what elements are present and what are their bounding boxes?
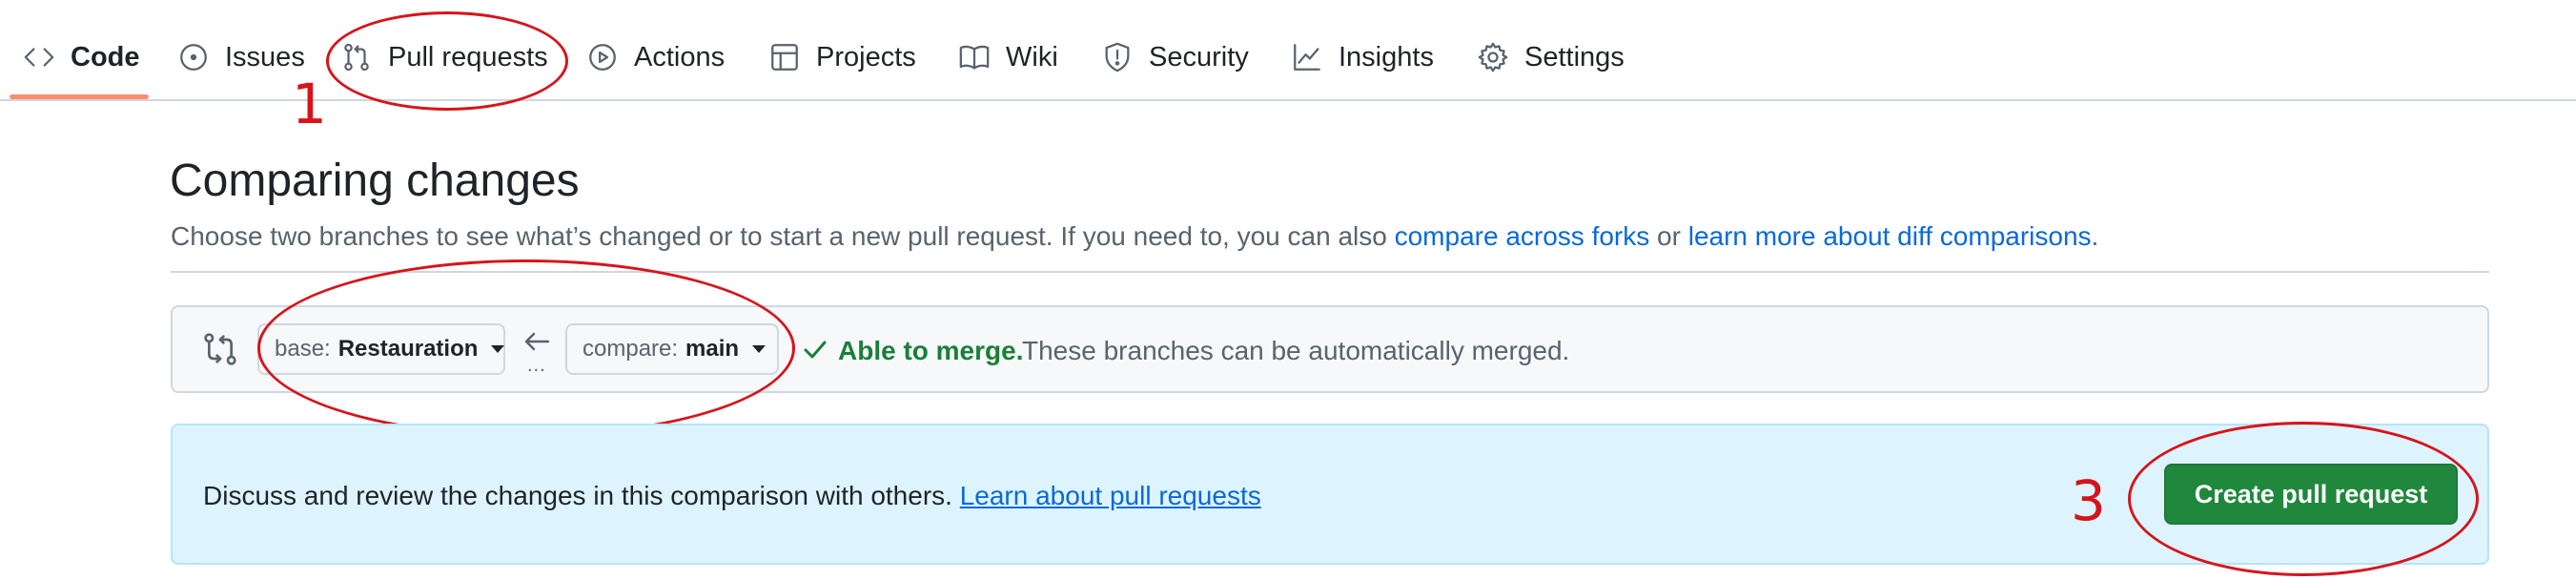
tab-insights-label: Insights (1339, 41, 1434, 72)
tab-issues[interactable]: Issues (177, 27, 305, 88)
tab-actions-label: Actions (634, 41, 726, 72)
chevron-down-icon (491, 345, 505, 353)
gear-icon (1478, 42, 1508, 72)
page-subtitle: Choose two branches to see what’s change… (171, 221, 2098, 252)
tab-wiki[interactable]: Wiki (958, 27, 1058, 88)
tab-settings-label: Settings (1524, 41, 1625, 72)
compare-across-forks-link[interactable]: compare across forks (1395, 221, 1650, 251)
compare-branch-value: main (685, 336, 740, 362)
code-icon (24, 48, 54, 67)
chevron-down-icon (752, 345, 767, 353)
compare-icon (201, 330, 239, 368)
annotation-number-1: 1 (292, 72, 327, 136)
tab-wiki-label: Wiki (1006, 41, 1058, 72)
base-branch-value: Restauration (337, 336, 479, 362)
check-icon (802, 336, 828, 362)
pull-request-icon (344, 43, 369, 72)
selected-tab-indicator (10, 94, 149, 99)
book-icon (959, 45, 990, 70)
tab-insights[interactable]: Insights (1291, 27, 1434, 88)
base-branch-label: base: (275, 336, 331, 362)
discuss-message: Discuss and review the changes in this c… (203, 481, 960, 510)
compare-branch-label: compare: (583, 336, 679, 362)
git-compare-icon (204, 333, 236, 365)
subtitle-end: . (2091, 221, 2099, 251)
heading-divider (171, 271, 2489, 273)
shield-icon (1105, 42, 1130, 72)
play-icon (589, 44, 616, 71)
table-icon (771, 44, 798, 71)
compare-range-bar: base: Restauration ... compare: main Abl… (171, 305, 2489, 393)
create-pull-request-button[interactable]: Create pull request (2164, 464, 2458, 525)
learn-about-pull-requests-link[interactable]: Learn about pull requests (960, 481, 1261, 510)
compare-branch-dropdown[interactable]: compare: main (565, 323, 779, 375)
base-branch-dropdown[interactable]: base: Restauration (257, 323, 505, 375)
tab-pull-requests-label: Pull requests (388, 41, 548, 72)
tab-actions[interactable]: Actions (586, 27, 725, 88)
tab-projects[interactable]: Projects (768, 27, 916, 88)
tab-issues-label: Issues (225, 41, 305, 72)
arrow-left-icon (521, 328, 552, 355)
tab-code[interactable]: Code (23, 27, 140, 88)
tab-projects-label: Projects (816, 41, 916, 72)
diff-comparisons-link[interactable]: learn more about diff comparisons (1688, 221, 2092, 251)
subtitle-text: Choose two branches to see what’s change… (171, 221, 1395, 251)
tab-settings[interactable]: Settings (1477, 27, 1625, 88)
issue-icon (180, 44, 207, 71)
tab-code-label: Code (71, 41, 140, 72)
subtitle-or: or (1649, 221, 1688, 251)
merge-status: Able to merge. (838, 336, 1024, 365)
tab-security-label: Security (1149, 41, 1249, 72)
graph-icon (1294, 44, 1320, 71)
tab-pull-requests[interactable]: Pull requests (340, 27, 548, 88)
discuss-text: Discuss and review the changes in this c… (203, 481, 1261, 511)
tab-security[interactable]: Security (1101, 27, 1249, 88)
annotation-number-3: 3 (2071, 468, 2106, 533)
swap-branches-dots[interactable]: ... (527, 355, 546, 377)
merge-description: These branches can be automatically merg… (1022, 336, 1570, 365)
create-pr-prompt: Discuss and review the changes in this c… (171, 424, 2489, 565)
repo-nav: Code Issues Pull requests Actions Projec… (0, 0, 2576, 101)
page-title: Comparing changes (170, 155, 580, 206)
